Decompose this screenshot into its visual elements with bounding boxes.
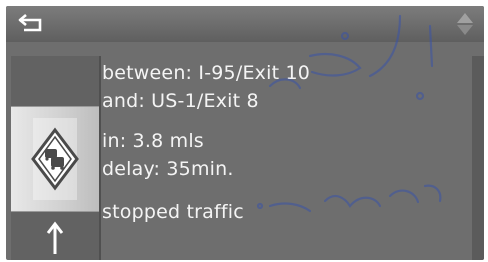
selected-message-item[interactable] <box>11 106 99 212</box>
status-line: stopped traffic <box>102 201 244 223</box>
next-message-slot[interactable] <box>11 212 99 260</box>
distance-line: in: 3.8 mls <box>102 130 204 152</box>
and-line: and: US-1/Exit 8 <box>102 90 259 112</box>
top-bar <box>6 6 484 42</box>
scroll-track[interactable] <box>472 56 484 260</box>
traffic-info-screen: between: I-95/Exit 10 and: US-1/Exit 8 i… <box>6 6 484 260</box>
previous-message-slot[interactable] <box>11 56 99 106</box>
between-line: between: I-95/Exit 10 <box>102 62 311 84</box>
column-divider <box>99 56 101 260</box>
back-arrow-icon[interactable] <box>16 11 48 37</box>
straight-arrow-icon <box>46 221 64 254</box>
traffic-jam-warning-icon <box>31 118 79 200</box>
up-down-scroll-icon[interactable] <box>454 10 476 38</box>
message-list-column <box>11 56 99 260</box>
delay-line: delay: 35min. <box>102 158 234 180</box>
traffic-message-details: between: I-95/Exit 10 and: US-1/Exit 8 i… <box>102 56 472 260</box>
